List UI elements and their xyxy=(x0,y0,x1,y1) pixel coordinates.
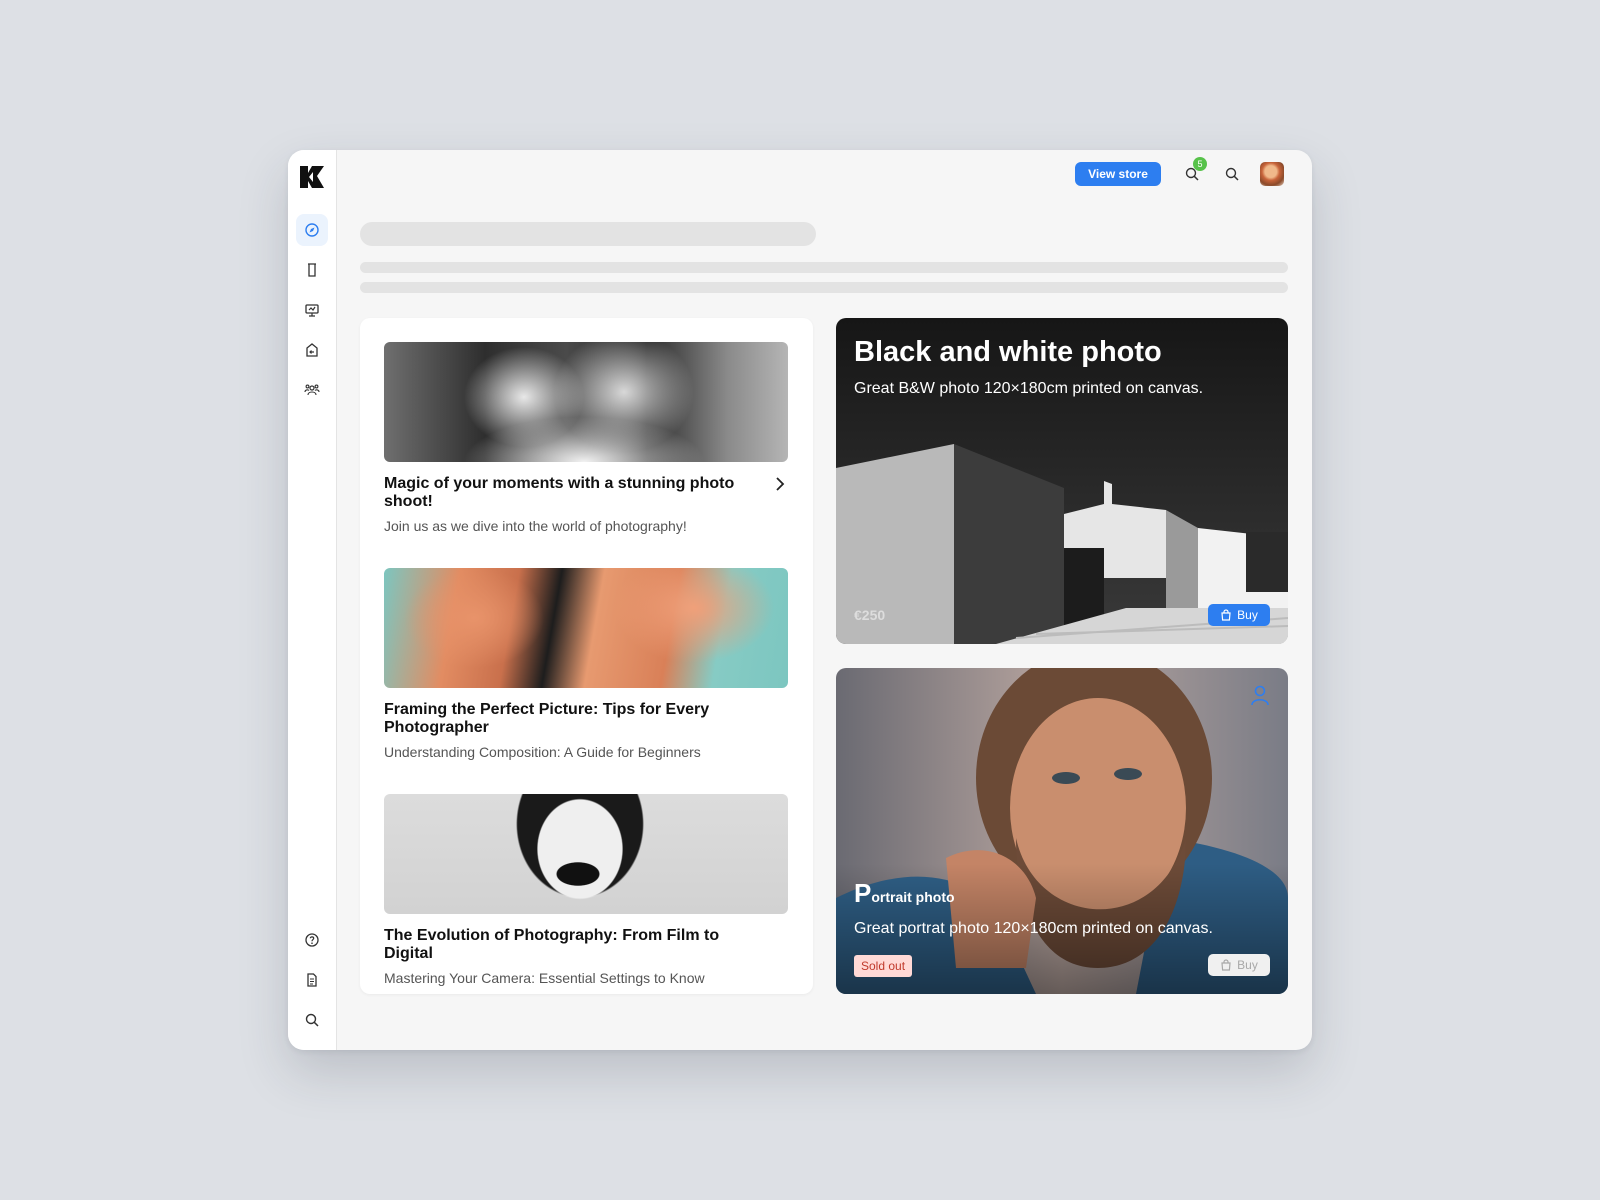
text-skeleton-line-2 xyxy=(360,282,1288,293)
avatar[interactable] xyxy=(1260,162,1284,186)
article-title: Framing the Perfect Picture: Tips for Ev… xyxy=(384,701,710,736)
product-image xyxy=(836,668,1288,994)
sidebar-item-documents[interactable] xyxy=(296,964,328,996)
sidebar-item-import[interactable] xyxy=(296,334,328,366)
shopping-bag-icon xyxy=(1221,959,1231,971)
text-skeleton-line-1 xyxy=(360,262,1288,273)
buy-label: Buy xyxy=(1237,608,1258,622)
status-badge: Sold out xyxy=(854,955,913,977)
view-store-button[interactable]: View store xyxy=(1075,162,1161,186)
product-card-portrait[interactable]: Portrait photo Great portrat photo 120×1… xyxy=(836,668,1288,994)
buy-button-disabled[interactable]: Buy xyxy=(1208,954,1270,976)
shopping-bag-icon xyxy=(1221,609,1231,621)
sidebar-item-presentations[interactable] xyxy=(296,294,328,326)
product-price: €250 xyxy=(854,607,886,623)
product-title-rest: ortrait photo xyxy=(871,889,955,905)
article-item[interactable]: Framing the Perfect Picture: Tips for Ev… xyxy=(384,568,788,760)
buy-button[interactable]: Buy xyxy=(1208,604,1270,626)
notifications-button[interactable]: 5 xyxy=(1181,157,1207,185)
title-skeleton xyxy=(360,222,816,246)
product-description: Great portrat photo 120×180cm printed on… xyxy=(854,920,1213,937)
chevron-right-icon[interactable] xyxy=(772,474,788,494)
logo-icon[interactable] xyxy=(299,164,325,190)
import-icon xyxy=(306,343,318,357)
search-icon xyxy=(305,1013,319,1027)
product-card-bw[interactable]: Black and white photo Great B&W photo 12… xyxy=(836,318,1288,644)
sidebar-item-search[interactable] xyxy=(296,1004,328,1036)
product-title: Portrait photo xyxy=(854,878,955,909)
help-icon xyxy=(305,933,319,947)
article-subtitle: Join us as we dive into the world of pho… xyxy=(384,518,687,534)
article-item[interactable]: The Evolution of Photography: From Film … xyxy=(384,794,788,986)
sidebar-item-bookmarks[interactable] xyxy=(296,254,328,286)
article-subtitle: Understanding Composition: A Guide for B… xyxy=(384,744,701,760)
compass-icon xyxy=(305,223,319,237)
presentation-icon xyxy=(305,304,319,317)
article-subtitle: Mastering Your Camera: Essential Setting… xyxy=(384,970,705,986)
product-title-initial: P xyxy=(854,878,872,908)
search-button[interactable] xyxy=(1221,163,1243,185)
sidebar-item-explore[interactable] xyxy=(296,214,328,246)
article-item[interactable]: Magic of your moments with a stunning ph… xyxy=(384,342,788,534)
search-icon xyxy=(1225,167,1239,181)
article-thumbnail xyxy=(384,794,788,914)
article-thumbnail xyxy=(384,342,788,462)
buy-label: Buy xyxy=(1237,958,1258,972)
sidebar-item-help[interactable] xyxy=(296,924,328,956)
product-title: Black and white photo xyxy=(854,336,1162,368)
sidebar-item-team[interactable] xyxy=(296,374,328,406)
article-title: Magic of your moments with a stunning ph… xyxy=(384,475,735,510)
document-icon xyxy=(307,973,317,987)
bookmark-icon xyxy=(308,263,316,277)
notification-badge: 5 xyxy=(1193,157,1207,171)
articles-panel: Magic of your moments with a stunning ph… xyxy=(360,318,813,994)
article-thumbnail xyxy=(384,568,788,688)
app-window: View store 5 Magic of your moments with … xyxy=(288,150,1312,1050)
sidebar xyxy=(288,150,337,1050)
product-description: Great B&W photo 120×180cm printed on can… xyxy=(854,380,1204,397)
user-icon[interactable] xyxy=(1250,684,1270,706)
team-icon xyxy=(304,384,320,396)
article-title: The Evolution of Photography: From Film … xyxy=(384,927,720,962)
